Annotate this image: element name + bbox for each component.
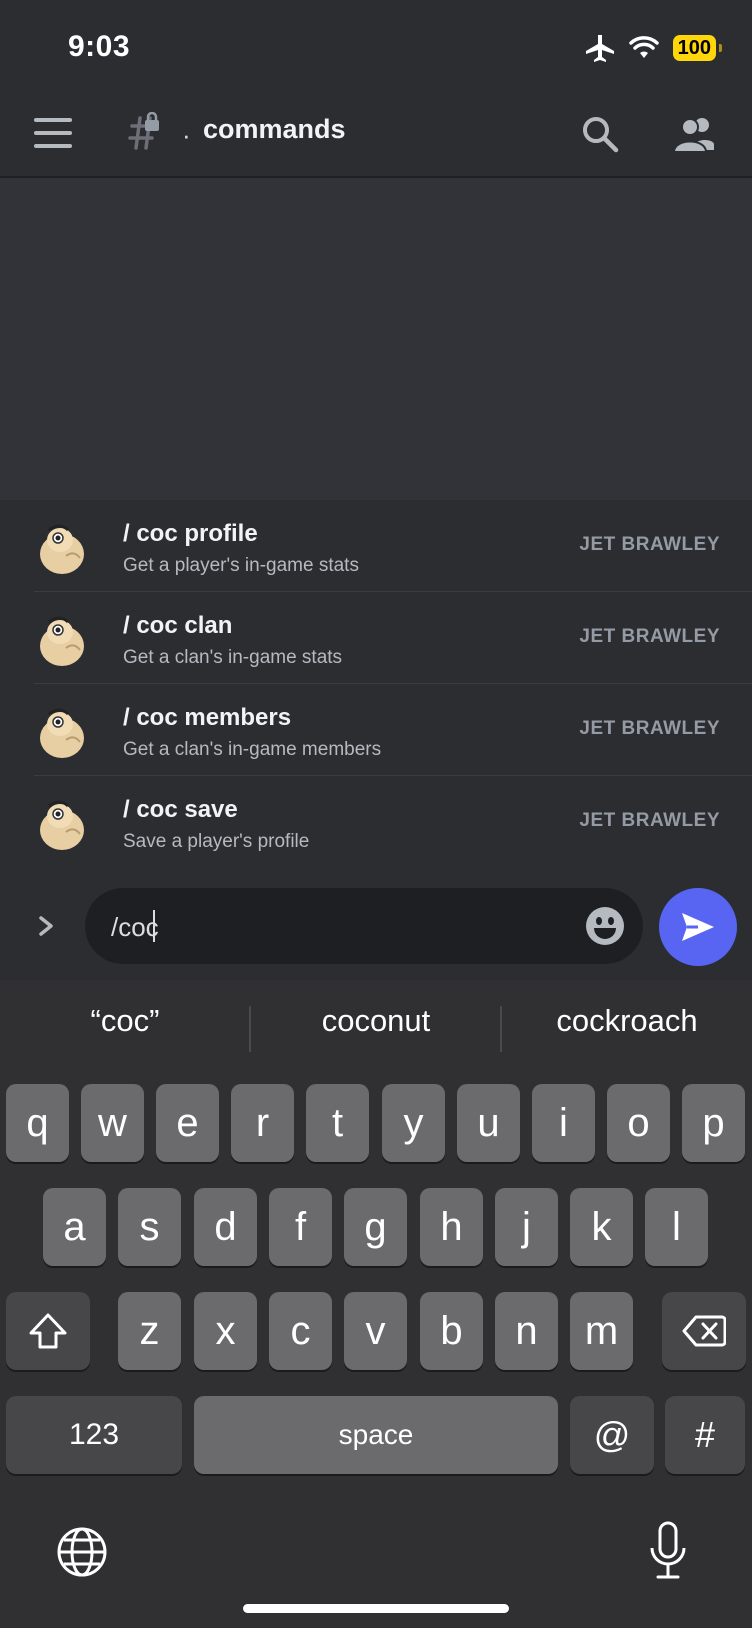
command-app-name: JET BRAWLEY xyxy=(579,718,720,739)
menu-icon[interactable] xyxy=(34,118,72,148)
status-icons: 100 xyxy=(585,34,723,62)
command-description: Save a player's profile xyxy=(123,831,310,852)
command-row[interactable]: / coc members Get a clan's in-game membe… xyxy=(0,684,752,776)
autocomplete-bar: “coc” coconut cockroach xyxy=(0,980,752,1062)
hash-key[interactable]: # xyxy=(665,1396,745,1474)
backspace-icon xyxy=(682,1315,726,1347)
command-description: Get a clan's in-game stats xyxy=(123,647,343,668)
battery-indicator: 100 xyxy=(672,35,723,61)
chevron-right-icon[interactable] xyxy=(34,912,58,940)
key[interactable]: d xyxy=(194,1188,257,1266)
key[interactable]: i xyxy=(532,1084,595,1162)
command-app-name: JET BRAWLEY xyxy=(579,626,720,647)
message-composer: /coc xyxy=(0,872,752,980)
emoji-icon[interactable] xyxy=(585,906,625,946)
title-dot: · xyxy=(182,120,191,150)
key[interactable]: f xyxy=(269,1188,332,1266)
send-button[interactable] xyxy=(659,888,737,966)
command-description: Get a player's in-game stats xyxy=(123,555,359,576)
bot-avatar xyxy=(34,704,90,760)
channel-header: · commands xyxy=(0,92,752,178)
key[interactable]: o xyxy=(607,1084,670,1162)
globe-icon[interactable] xyxy=(56,1526,108,1578)
status-bar: 9:03 100 xyxy=(0,0,752,92)
command-name: / coc profile xyxy=(123,520,258,547)
command-name: / coc save xyxy=(123,796,238,823)
key[interactable]: u xyxy=(457,1084,520,1162)
bot-avatar xyxy=(34,520,90,576)
bot-avatar xyxy=(34,612,90,668)
command-description: Get a clan's in-game members xyxy=(123,739,382,760)
key[interactable]: s xyxy=(118,1188,181,1266)
command-name: / coc members xyxy=(123,704,292,731)
command-suggestion-list: / coc profile Get a player's in-game sta… xyxy=(0,500,752,872)
shift-icon xyxy=(29,1313,67,1349)
delete-key[interactable] xyxy=(662,1292,746,1370)
key[interactable]: x xyxy=(194,1292,257,1370)
key[interactable]: r xyxy=(231,1084,294,1162)
message-area xyxy=(0,178,752,500)
at-key[interactable]: @ xyxy=(570,1396,654,1474)
numbers-key[interactable]: 123 xyxy=(6,1396,182,1474)
bot-avatar xyxy=(34,796,90,852)
suggestion-item[interactable]: coconut xyxy=(251,980,501,1062)
key[interactable]: e xyxy=(156,1084,219,1162)
message-input[interactable]: /coc xyxy=(85,888,643,964)
home-indicator[interactable] xyxy=(243,1604,509,1613)
locked-channel-icon xyxy=(128,112,159,150)
key[interactable]: w xyxy=(81,1084,144,1162)
key[interactable]: y xyxy=(382,1084,445,1162)
key[interactable]: q xyxy=(6,1084,69,1162)
key[interactable]: b xyxy=(420,1292,483,1370)
airplane-icon xyxy=(585,35,614,62)
suggestion-item[interactable]: “coc” xyxy=(0,980,250,1062)
members-icon[interactable] xyxy=(672,114,716,154)
status-time: 9:03 xyxy=(68,30,131,63)
key[interactable]: a xyxy=(43,1188,106,1266)
ios-keyboard: “coc” coconut cockroach q w e r t y u i … xyxy=(0,980,752,1628)
command-row[interactable]: / coc save Save a player's profile JET B… xyxy=(0,776,752,868)
command-row[interactable]: / coc clan Get a clan's in-game stats JE… xyxy=(0,592,752,684)
space-key[interactable]: space xyxy=(194,1396,558,1474)
channel-name: commands xyxy=(203,114,346,144)
shift-key[interactable] xyxy=(6,1292,90,1370)
key[interactable]: m xyxy=(570,1292,633,1370)
key[interactable]: c xyxy=(269,1292,332,1370)
key[interactable]: h xyxy=(420,1188,483,1266)
command-row[interactable]: / coc profile Get a player's in-game sta… xyxy=(0,500,752,592)
key[interactable]: l xyxy=(645,1188,708,1266)
wifi-icon xyxy=(628,36,659,58)
key[interactable]: v xyxy=(344,1292,407,1370)
suggestion-item[interactable]: cockroach xyxy=(502,980,752,1062)
key[interactable]: k xyxy=(570,1188,633,1266)
key[interactable]: p xyxy=(682,1084,745,1162)
key[interactable]: j xyxy=(495,1188,558,1266)
key[interactable]: n xyxy=(495,1292,558,1370)
microphone-icon[interactable] xyxy=(648,1520,688,1582)
send-icon xyxy=(682,913,714,941)
key[interactable]: z xyxy=(118,1292,181,1370)
command-app-name: JET BRAWLEY xyxy=(579,810,720,831)
command-name: / coc clan xyxy=(123,612,233,639)
search-icon[interactable] xyxy=(580,114,620,154)
message-input-value: /coc xyxy=(111,910,159,942)
command-app-name: JET BRAWLEY xyxy=(579,534,720,555)
key[interactable]: t xyxy=(306,1084,369,1162)
key[interactable]: g xyxy=(344,1188,407,1266)
